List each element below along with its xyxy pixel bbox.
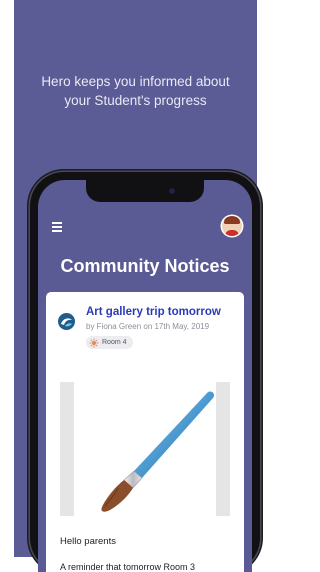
hero-tagline: Hero keeps you informed about your Stude… — [14, 72, 257, 110]
room-tag-label: Room 4 — [102, 339, 127, 346]
school-logo-icon — [58, 313, 75, 330]
room-tag[interactable]: Room 4 — [86, 336, 133, 349]
hamburger-menu-icon[interactable] — [52, 222, 62, 234]
paintbrush-icon — [101, 391, 215, 512]
notice-greeting: Hello parents — [60, 536, 116, 547]
phone-notch — [86, 180, 204, 202]
room-tag-icon — [89, 338, 99, 347]
avatar[interactable] — [222, 216, 242, 236]
hero-tagline-line-2: your Student's progress — [64, 93, 207, 108]
phone-mockup: Community Notices Art gallery trip tomor… — [30, 172, 260, 572]
hero-tagline-line-1: Hero keeps you informed about — [41, 74, 230, 89]
notice-byline: by Fiona Green on 17th May, 2019 — [86, 322, 210, 331]
notice-card[interactable]: Art gallery trip tomorrow by Fiona Green… — [46, 292, 244, 572]
page-title: Community Notices — [60, 256, 230, 276]
phone-screen: Community Notices Art gallery trip tomor… — [38, 180, 252, 572]
camera-icon — [169, 188, 175, 194]
notice-image — [60, 382, 230, 516]
notice-title[interactable]: Art gallery trip tomorrow — [86, 306, 221, 318]
notice-body-preview: A reminder that tomorrow Room 3 — [60, 562, 196, 572]
